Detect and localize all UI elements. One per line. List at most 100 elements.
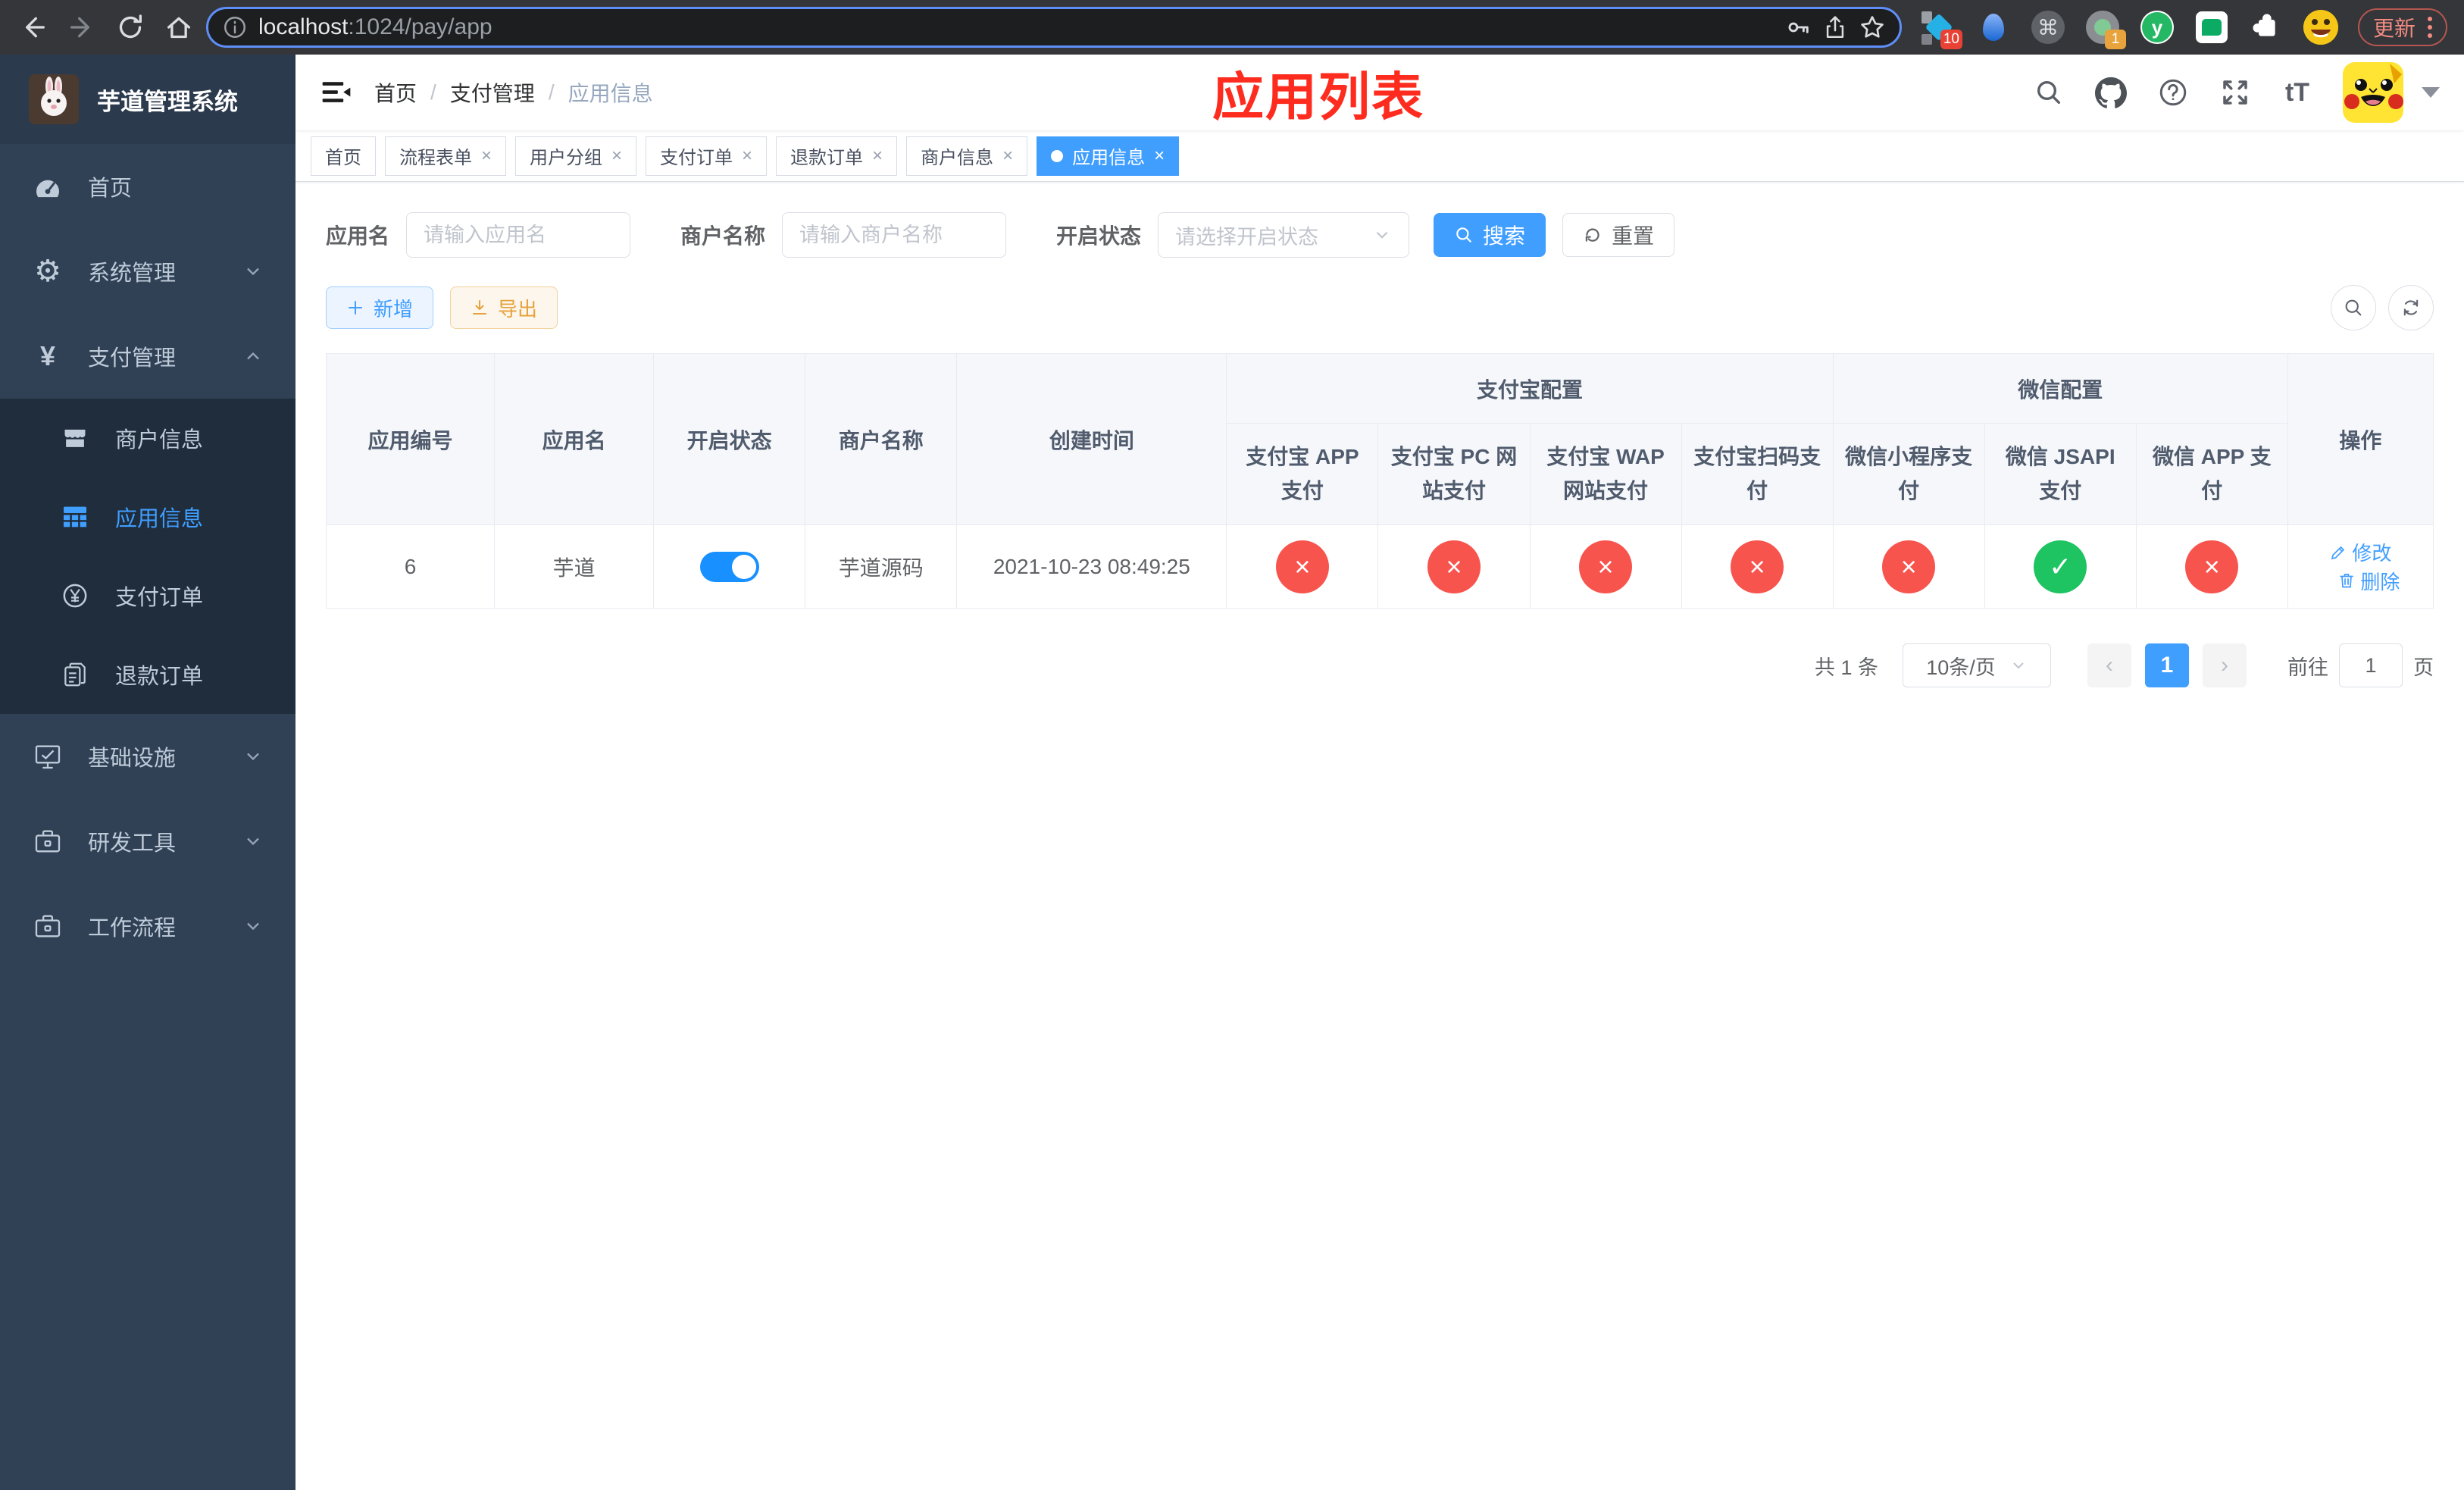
- export-button[interactable]: 导出: [450, 286, 558, 329]
- sidebar-item-home[interactable]: 首页: [0, 144, 295, 229]
- col-header-alipay-pc: 支付宝 PC 网站支付: [1377, 423, 1531, 525]
- sidebar-logo[interactable]: 芋道管理系统: [0, 55, 295, 144]
- filter-form: 应用名 商户名称 开启状态 请选择开启状态 搜索 重置: [326, 212, 2434, 258]
- close-icon[interactable]: ×: [872, 146, 883, 167]
- url-text: localhost:1024/pay/app: [258, 14, 1775, 40]
- extension-profile-icon[interactable]: 1: [2085, 10, 2126, 49]
- merchant-name-input[interactable]: [782, 212, 1007, 258]
- page-size-select[interactable]: 10条/页: [1903, 643, 2051, 687]
- browser-menu-icon[interactable]: [2428, 17, 2432, 38]
- extensions-puzzle-icon[interactable]: [2249, 10, 2284, 45]
- next-page-button[interactable]: ›: [2203, 643, 2247, 687]
- app-name-input[interactable]: [406, 212, 631, 258]
- status-select-placeholder: 请选择开启状态: [1175, 225, 1319, 249]
- delete-link[interactable]: 删除: [2337, 567, 2400, 595]
- col-header-alipay-app: 支付宝 APP 支付: [1226, 423, 1379, 525]
- help-icon[interactable]: [2156, 76, 2190, 109]
- grid-table-icon: [59, 501, 91, 533]
- url-host: localhost: [258, 14, 349, 39]
- reset-button[interactable]: 重置: [1562, 213, 1675, 257]
- cell-app-id: 6: [325, 524, 496, 609]
- search-icon[interactable]: [2032, 76, 2065, 109]
- tab-merchant-info[interactable]: 商户信息 ×: [906, 136, 1028, 176]
- fullscreen-icon[interactable]: [2219, 76, 2252, 109]
- bookmark-star-icon[interactable]: [1859, 14, 1886, 41]
- sidebar-item-pay-order[interactable]: 支付订单: [0, 556, 295, 635]
- search-icon: [2345, 299, 2362, 316]
- col-header-alipay-qr: 支付宝扫码支付: [1681, 423, 1834, 525]
- edit-link[interactable]: 修改: [2329, 538, 2391, 566]
- sidebar-item-refund-order[interactable]: 退款订单: [0, 635, 295, 714]
- user-avatar[interactable]: [2343, 62, 2403, 123]
- page-number-button[interactable]: 1: [2145, 643, 2189, 687]
- status-icon: ×: [1579, 540, 1633, 593]
- browser-back-button[interactable]: [12, 6, 55, 49]
- gear-icon: ⚙: [34, 255, 61, 288]
- sidebar-collapse-icon[interactable]: [320, 76, 353, 109]
- search-icon: [1456, 227, 1471, 243]
- tab-user-group[interactable]: 用户分组 ×: [515, 136, 637, 176]
- breadcrumb-home[interactable]: 首页: [374, 77, 417, 108]
- close-icon[interactable]: ×: [481, 146, 492, 167]
- prev-page-button[interactable]: ‹: [2087, 643, 2131, 687]
- sidebar-item-label: 工作流程: [88, 916, 177, 941]
- tab-process-form[interactable]: 流程表单 ×: [385, 136, 507, 176]
- tab-pay-order[interactable]: 支付订单 ×: [646, 136, 768, 176]
- user-menu-caret-icon[interactable]: [2422, 87, 2440, 98]
- password-key-icon[interactable]: [1786, 14, 1812, 40]
- col-header-merchant: 商户名称: [805, 353, 958, 525]
- toggle-search-button[interactable]: [2331, 285, 2376, 330]
- tab-app-info[interactable]: 应用信息 ×: [1037, 136, 1180, 176]
- site-info-icon[interactable]: [222, 14, 248, 40]
- goto-page-input[interactable]: [2339, 643, 2403, 687]
- cell-alipay-wap: ×: [1529, 524, 1682, 609]
- extension-yuque-icon[interactable]: y: [2140, 10, 2175, 45]
- chevron-down-icon: [1376, 231, 1388, 239]
- sidebar-item-app-info[interactable]: 应用信息: [0, 477, 295, 556]
- status-toggle[interactable]: [699, 551, 759, 582]
- breadcrumb-payment[interactable]: 支付管理: [450, 77, 535, 108]
- refresh-table-button[interactable]: [2388, 285, 2434, 330]
- sidebar-item-system[interactable]: ⚙ 系统管理: [0, 229, 295, 314]
- browser-reload-button[interactable]: [109, 6, 152, 49]
- status-icon: ×: [2185, 540, 2239, 593]
- browser-profile-avatar[interactable]: [2303, 10, 2338, 45]
- close-icon[interactable]: ×: [611, 146, 622, 167]
- sidebar-item-workflow[interactable]: 工作流程: [0, 884, 295, 969]
- trash-icon: [2340, 574, 2354, 588]
- sidebar-item-infrastructure[interactable]: 基础设施: [0, 714, 295, 799]
- share-icon[interactable]: [1822, 14, 1848, 40]
- cell-actions: 修改 删除: [2287, 524, 2434, 609]
- tab-refund-order[interactable]: 退款订单 ×: [776, 136, 898, 176]
- github-icon[interactable]: [2094, 76, 2128, 109]
- close-icon[interactable]: ×: [1154, 146, 1165, 167]
- col-header-app-name: 应用名: [494, 353, 655, 525]
- tab-home[interactable]: 首页: [311, 136, 376, 176]
- close-icon[interactable]: ×: [1002, 146, 1013, 167]
- col-header-app-id: 应用编号: [325, 353, 496, 525]
- sidebar: 芋道管理系统 首页 ⚙ 系统管理 ¥ 支付管理 商户信息 应用信息 支付订单 退…: [0, 55, 295, 1490]
- font-size-icon[interactable]: tT: [2281, 76, 2314, 109]
- extension-sketch-icon[interactable]: 10: [1921, 10, 1962, 49]
- browser-forward-button[interactable]: [61, 6, 103, 49]
- search-button[interactable]: 搜索: [1434, 213, 1546, 257]
- sidebar-item-payment[interactable]: ¥ 支付管理: [0, 314, 295, 399]
- sidebar-item-dev-tools[interactable]: 研发工具: [0, 799, 295, 884]
- browser-update-button[interactable]: 更新: [2357, 8, 2447, 46]
- extension-chat-icon[interactable]: [2194, 10, 2229, 45]
- extension-command-icon[interactable]: ⌘: [2031, 10, 2065, 45]
- extension-kite-icon[interactable]: [1976, 10, 2011, 45]
- top-navbar: 首页 / 支付管理 / 应用信息 应用列表 tT: [295, 55, 2464, 130]
- col-header-created: 创建时间: [956, 353, 1227, 525]
- address-bar[interactable]: localhost:1024/pay/app: [206, 7, 1902, 48]
- sidebar-item-merchant-info[interactable]: 商户信息: [0, 399, 295, 477]
- yen-circle-icon: [59, 580, 91, 612]
- status-select[interactable]: 请选择开启状态: [1158, 212, 1410, 258]
- sidebar-item-label: 支付订单: [115, 586, 204, 610]
- dashboard-gauge-icon: [32, 171, 64, 202]
- breadcrumb-separator: /: [430, 80, 436, 104]
- browser-home-button[interactable]: [158, 6, 200, 49]
- close-icon[interactable]: ×: [742, 146, 752, 167]
- add-button[interactable]: 新增: [326, 286, 434, 329]
- breadcrumb-current: 应用信息: [568, 82, 653, 105]
